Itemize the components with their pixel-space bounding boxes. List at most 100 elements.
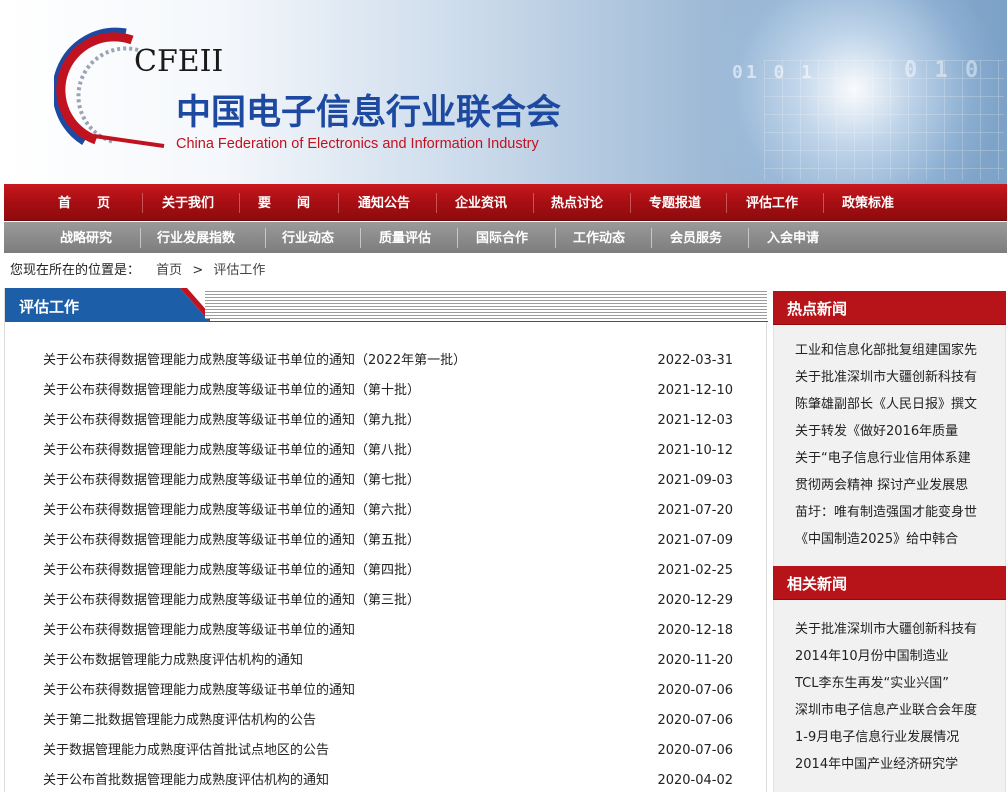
list-item: 关于公布获得数据管理能力成熟度等级证书单位的通知（2022年第一批） 2022-0… [43, 346, 733, 376]
list-item: 关于公布获得数据管理能力成熟度等级证书单位的通知（第三批） 2020-12-29 [43, 586, 733, 616]
nav-notices[interactable]: 通知公告 [358, 184, 410, 221]
list-item: 2014年10月份中国制造业 [795, 643, 995, 670]
article-link[interactable]: 关于公布获得数据管理能力成熟度等级证书单位的通知（第七批） [43, 466, 420, 496]
list-item: 关于批准深圳市大疆创新科技有 [795, 364, 995, 391]
article-date: 2020-07-06 [657, 713, 733, 728]
hot-news-link[interactable]: 《中国制造2025》给中韩合 [795, 532, 958, 547]
article-link[interactable]: 关于公布获得数据管理能力成熟度等级证书单位的通知 [43, 616, 355, 646]
list-item: 关于数据管理能力成熟度评估首批试点地区的公告 2020-07-06 [43, 736, 733, 766]
list-item: 关于公布首批数据管理能力成熟度评估机构的通知 2020-04-02 [43, 766, 733, 792]
breadcrumb-current[interactable]: 评估工作 [213, 263, 265, 278]
subnav-members[interactable]: 会员服务 [670, 222, 722, 253]
hot-news-link[interactable]: 贯彻两会精神 探讨产业发展思 [795, 478, 968, 493]
main-panel: 评估工作 关于公布获得数据管理能力成熟度等级证书单位的通知（2022年第一批） 2… [4, 288, 768, 792]
article-date: 2021-10-12 [657, 443, 733, 458]
subnav-strategy[interactable]: 战略研究 [60, 222, 112, 253]
list-item: 关于公布获得数据管理能力成熟度等级证书单位的通知（第七批） 2021-09-03 [43, 466, 733, 496]
related-news-link[interactable]: TCL李东生再发“实业兴国” [795, 676, 949, 691]
article-date: 2020-12-18 [657, 623, 733, 638]
nav-home[interactable]: 首 页 [58, 184, 110, 221]
subnav-separator [457, 228, 458, 248]
subnav-separator [555, 228, 556, 248]
article-link[interactable]: 关于数据管理能力成熟度评估首批试点地区的公告 [43, 736, 329, 766]
article-link[interactable]: 关于公布获得数据管理能力成熟度等级证书单位的通知 [43, 676, 355, 706]
subnav-work[interactable]: 工作动态 [573, 222, 625, 253]
list-item: 贯彻两会精神 探讨产业发展思 [795, 472, 995, 499]
logo-abbreviation: CFEII [134, 44, 224, 79]
subnav-quality[interactable]: 质量评估 [379, 222, 431, 253]
hot-news-link[interactable]: 关于转发《做好2016年质量 [795, 424, 958, 439]
article-link[interactable]: 关于公布数据管理能力成熟度评估机构的通知 [43, 646, 303, 676]
nav-separator [533, 193, 534, 213]
section-title: 评估工作 [19, 298, 80, 316]
subnav-index[interactable]: 行业发展指数 [157, 222, 235, 253]
article-date: 2021-07-09 [657, 533, 733, 548]
article-date: 2021-12-03 [657, 413, 733, 428]
nav-enterprise[interactable]: 企业资讯 [455, 184, 507, 221]
article-link[interactable]: 关于公布获得数据管理能力成熟度等级证书单位的通知（第十批） [43, 376, 420, 406]
article-link[interactable]: 关于公布获得数据管理能力成熟度等级证书单位的通知（第六批） [43, 496, 420, 526]
hot-news-link[interactable]: 关于“电子信息行业信用体系建 [795, 451, 971, 466]
list-item: 陈肇雄副部长《人民日报》撰文 [795, 391, 995, 418]
list-item: TCL李东生再发“实业兴国” [795, 670, 995, 697]
primary-nav: 首 页 关于我们 要 闻 通知公告 企业资讯 热点讨论 专题报道 评估工作 政策… [4, 184, 1007, 221]
hot-news-link[interactable]: 工业和信息化部批复组建国家先 [795, 343, 977, 358]
list-item: 关于公布获得数据管理能力成熟度等级证书单位的通知（第六批） 2021-07-20 [43, 496, 733, 526]
nav-special[interactable]: 专题报道 [649, 184, 701, 221]
breadcrumb-prefix: 您现在所在的位置是： [10, 263, 141, 278]
article-date: 2020-12-29 [657, 593, 733, 608]
subnav-international[interactable]: 国际合作 [476, 222, 528, 253]
subnav-separator [651, 228, 652, 248]
list-item: 深圳市电子信息产业联合会年度 [795, 697, 995, 724]
list-item: 1-9月电子信息行业发展情况 [795, 724, 995, 751]
article-link[interactable]: 关于公布获得数据管理能力成熟度等级证书单位的通知（第五批） [43, 526, 420, 556]
article-link[interactable]: 关于公布获得数据管理能力成熟度等级证书单位的通知（第四批） [43, 556, 420, 586]
related-news-link[interactable]: 2014年中国产业经济研究学 [795, 757, 958, 772]
article-link[interactable]: 关于公布获得数据管理能力成熟度等级证书单位的通知（第八批） [43, 436, 420, 466]
article-link[interactable]: 关于公布获得数据管理能力成熟度等级证书单位的通知（第三批） [43, 586, 420, 616]
list-item: 《中国制造2025》给中韩合 [795, 526, 995, 553]
nav-about[interactable]: 关于我们 [162, 184, 214, 221]
site-banner: 01 0 1 0 1 0 CFEII 中国电子信息行业联合会 China Fed… [4, 0, 1007, 184]
nav-separator [142, 193, 143, 213]
list-item: 关于“电子信息行业信用体系建 [795, 445, 995, 472]
header-stripes [205, 291, 767, 319]
nav-separator [338, 193, 339, 213]
article-link[interactable]: 关于公布首批数据管理能力成熟度评估机构的通知 [43, 766, 329, 792]
article-date: 2020-07-06 [657, 683, 733, 698]
nav-policy[interactable]: 政策标准 [842, 184, 894, 221]
article-date: 2020-11-20 [657, 653, 733, 668]
related-news-link[interactable]: 关于批准深圳市大疆创新科技有 [795, 622, 977, 637]
nav-hot-topics[interactable]: 热点讨论 [551, 184, 603, 221]
article-link[interactable]: 关于公布获得数据管理能力成熟度等级证书单位的通知（第九批） [43, 406, 420, 436]
list-item: 关于第二批数据管理能力成熟度评估机构的公告 2020-07-06 [43, 706, 733, 736]
related-news-link[interactable]: 1-9月电子信息行业发展情况 [795, 730, 959, 745]
article-link[interactable]: 关于第二批数据管理能力成熟度评估机构的公告 [43, 706, 316, 736]
hot-news-link[interactable]: 苗圩：唯有制造强国才能变身世 [795, 505, 977, 520]
sidebar-related-list: 关于批准深圳市大疆创新科技有 2014年10月份中国制造业 TCL李东生再发“实… [773, 600, 1006, 792]
article-date: 2021-09-03 [657, 473, 733, 488]
sidebar-hot-list: 工业和信息化部批复组建国家先 关于批准深圳市大疆创新科技有 陈肇雄副部长《人民日… [773, 325, 1006, 592]
nav-news[interactable]: 要 闻 [258, 184, 310, 221]
related-news-link[interactable]: 深圳市电子信息产业联合会年度 [795, 703, 977, 718]
subnav-industry[interactable]: 行业动态 [282, 222, 334, 253]
article-date: 2022-03-31 [657, 353, 733, 368]
list-item: 关于转发《做好2016年质量 [795, 418, 995, 445]
list-item: 关于公布获得数据管理能力成熟度等级证书单位的通知（第五批） 2021-07-09 [43, 526, 733, 556]
header-underline [5, 321, 768, 322]
related-news-link[interactable]: 2014年10月份中国制造业 [795, 649, 949, 664]
article-date: 2020-04-02 [657, 773, 733, 788]
subnav-join[interactable]: 入会申请 [767, 222, 819, 253]
hot-news-link[interactable]: 关于批准深圳市大疆创新科技有 [795, 370, 977, 385]
nav-evaluation[interactable]: 评估工作 [746, 184, 798, 221]
breadcrumb-home[interactable]: 首页 [156, 263, 182, 278]
article-link[interactable]: 关于公布获得数据管理能力成熟度等级证书单位的通知（2022年第一批） [43, 346, 466, 376]
list-item: 苗圩：唯有制造强国才能变身世 [795, 499, 995, 526]
site-title-cn: 中国电子信息行业联合会 [176, 93, 562, 133]
list-item: 关于批准深圳市大疆创新科技有 [795, 616, 995, 643]
article-date: 2021-07-20 [657, 503, 733, 518]
hot-news-link[interactable]: 陈肇雄副部长《人民日报》撰文 [795, 397, 977, 412]
list-item: 关于公布数据管理能力成熟度评估机构的通知 2020-11-20 [43, 646, 733, 676]
subnav-separator [140, 228, 141, 248]
breadcrumb: 您现在所在的位置是： 首页 > 评估工作 [10, 259, 265, 278]
